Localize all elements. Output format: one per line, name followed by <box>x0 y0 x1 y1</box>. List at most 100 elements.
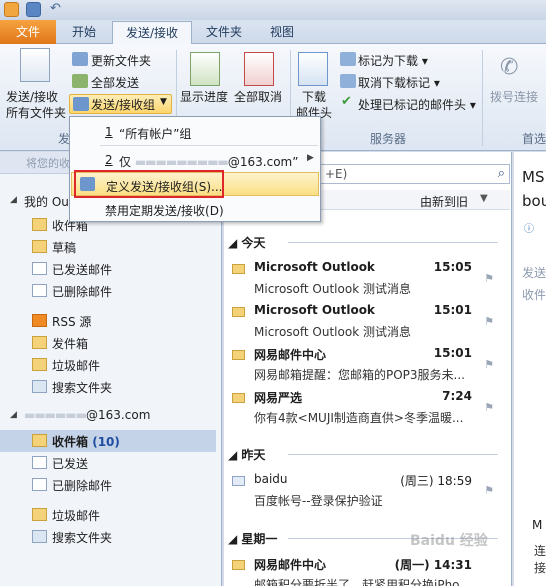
envelope-icon <box>232 264 245 274</box>
search-folder-icon <box>32 530 47 543</box>
chevron-down-icon[interactable]: ▼ <box>480 193 488 204</box>
nav-folder[interactable]: RSS 源 <box>0 310 220 332</box>
nav-folder[interactable]: 搜索文件夹 <box>0 526 220 548</box>
undo-icon[interactable]: ↶ <box>50 2 65 17</box>
nav-folder[interactable]: 已发送 <box>0 452 220 474</box>
unread-count: (10) <box>92 435 120 449</box>
send-receive-groups-icon <box>73 97 89 111</box>
sent-icon <box>32 262 47 275</box>
send-field-label: 发送 <box>522 266 546 280</box>
send-receive-all-icon[interactable] <box>20 48 50 82</box>
title-bar: ↶ <box>0 0 546 20</box>
menu-item-all-accounts[interactable]: 1 “所有帐户”组 <box>71 120 319 144</box>
list-item[interactable]: baidu (周三) 18:59 百度帐号--登录保护验证 ⚑ <box>224 470 510 512</box>
send-all-icon[interactable] <box>72 74 88 88</box>
info-icon: ⓘ <box>524 224 534 235</box>
reading-title-line2: bou <box>522 192 546 210</box>
nav-folder[interactable]: 垃圾邮件 <box>0 504 220 526</box>
menu-item-number: 2 <box>105 153 113 167</box>
envelope-open-icon <box>232 476 245 486</box>
list-item[interactable]: 网易严选 7:24 你有4款<MUJI制造商直供>冬季温暖... ⚑ <box>224 387 510 429</box>
send-receive-all-label-2[interactable]: 所有文件夹 <box>6 104 66 121</box>
flag-icon[interactable]: ⚑ <box>484 401 494 414</box>
tab-home[interactable]: 开始 <box>60 21 108 44</box>
send-receive-groups-label[interactable]: 发送/接收组 <box>91 96 155 113</box>
tab-folder[interactable]: 文件夹 <box>196 21 252 44</box>
search-icon[interactable]: ⌕ <box>498 166 505 181</box>
send-receive-all-label-1[interactable]: 发送/接收 <box>6 88 58 105</box>
list-item[interactable]: 网易邮件中心 (周一) 14:31 邮箱积分要折半了，赶紧用积分换iPho <box>224 554 510 586</box>
nav-folder-inbox-selected[interactable]: 收件箱 (10) <box>0 430 216 452</box>
group-divider <box>482 50 483 146</box>
group-header-monday[interactable]: ◢ 星期一 <box>228 530 277 547</box>
connect-label: 连接 <box>534 544 546 575</box>
group-header-yesterday[interactable]: ◢ 昨天 <box>228 446 265 463</box>
envelope-icon <box>232 350 245 360</box>
inbox-icon <box>32 218 47 231</box>
unmark-download-icon[interactable] <box>340 74 356 88</box>
update-folder-button[interactable]: 更新文件夹 <box>91 52 151 69</box>
menu-item-label: 仅 ▬▬▬▬▬▬▬▬▬@163.com” <box>119 155 299 169</box>
list-item[interactable]: Microsoft Outlook 15:01 Microsoft Outloo… <box>224 301 510 343</box>
group-divider <box>288 242 498 243</box>
outbox-icon <box>32 336 47 349</box>
group-divider <box>288 454 498 455</box>
account-label: 我的 Ou <box>24 195 69 209</box>
envelope-icon <box>232 307 245 317</box>
collapse-icon[interactable]: ◢ <box>10 410 17 420</box>
process-marked-button[interactable]: 处理已标记的邮件头 ▾ <box>358 96 476 113</box>
cancel-all-icon[interactable] <box>244 52 274 86</box>
mark-download-icon[interactable] <box>340 52 356 66</box>
chevron-down-icon[interactable]: ▼ <box>160 97 167 107</box>
download-headers-label-1[interactable]: 下载 <box>302 88 326 105</box>
cancel-all-button[interactable]: 全部取消 <box>234 88 282 105</box>
group-label-pref: 首选 <box>522 132 546 146</box>
mark-download-button[interactable]: 标记为下载 ▾ <box>358 52 428 69</box>
send-receive-quick-icon[interactable] <box>26 2 41 17</box>
nav-folder[interactable]: 垃圾邮件 <box>0 354 220 376</box>
tab-file[interactable]: 文件 <box>0 20 56 44</box>
list-item[interactable]: 网易邮件中心 15:01 网易邮箱提醒：您邮箱的POP3服务未... ⚑ <box>224 344 510 386</box>
envelope-icon <box>232 560 245 570</box>
tab-send-receive[interactable]: 发送/接收 <box>112 21 192 45</box>
reading-title-line1: MS <box>522 168 545 186</box>
phone-icon[interactable]: ✆ <box>500 54 524 82</box>
menu-item-only-account[interactable]: 2 仅 ▬▬▬▬▬▬▬▬▬@163.com” ▶ <box>71 148 319 172</box>
list-item[interactable]: Microsoft Outlook 15:05 Microsoft Outloo… <box>224 258 510 300</box>
flag-icon[interactable]: ⚑ <box>484 358 494 371</box>
tab-view[interactable]: 视图 <box>256 21 308 44</box>
nav-folder[interactable]: 已发送邮件 <box>0 258 220 280</box>
junk-icon <box>32 358 47 371</box>
show-progress-button[interactable]: 显示进度 <box>180 88 228 105</box>
send-receive-groups-menu: 1 “所有帐户”组 2 仅 ▬▬▬▬▬▬▬▬▬@163.com” ▶ 定义发送/… <box>69 116 321 222</box>
menu-item-disable-scheduled[interactable]: 禁用定期发送/接收(D) <box>71 197 319 221</box>
search-input[interactable]: +E) ⌕ <box>320 164 510 184</box>
search-folder-icon <box>32 380 47 393</box>
flag-icon[interactable]: ⚑ <box>484 272 494 285</box>
send-all-button[interactable]: 全部发送 <box>91 74 139 91</box>
account-label: ▬▬▬▬▬▬@163.com <box>24 408 151 422</box>
reading-pane: MS bou ⓘ 发送 收件 M 连接 <box>514 152 546 586</box>
update-folder-icon[interactable] <box>72 52 88 66</box>
menu-item-number: 1 <box>105 125 113 139</box>
drafts-icon <box>32 240 47 253</box>
nav-folder[interactable]: 搜索文件夹 <box>0 376 220 398</box>
show-progress-icon[interactable] <box>190 52 220 86</box>
group-header-today[interactable]: ◢ 今天 <box>228 234 265 251</box>
sort-order-label[interactable]: 由新到旧 <box>420 193 468 210</box>
ribbon-tabs: 文件 开始 发送/接收 文件夹 视图 <box>0 20 546 45</box>
account-node[interactable]: ◢ ▬▬▬▬▬▬@163.com <box>0 405 220 427</box>
junk-icon <box>32 508 47 521</box>
nav-folder[interactable]: 发件箱 <box>0 332 220 354</box>
download-headers-icon[interactable] <box>298 52 328 86</box>
search-hint: +E) <box>325 167 348 181</box>
dial-up-button[interactable]: 拨号连接 <box>490 88 538 105</box>
nav-folder[interactable]: 已删除邮件 <box>0 280 220 302</box>
nav-folder[interactable]: 已删除邮件 <box>0 474 220 496</box>
chevron-right-icon: ▶ <box>307 153 314 163</box>
nav-folder[interactable]: 草稿 <box>0 236 220 258</box>
unmark-download-button[interactable]: 取消下载标记 ▾ <box>358 74 440 91</box>
flag-icon[interactable]: ⚑ <box>484 315 494 328</box>
collapse-icon[interactable]: ◢ <box>10 195 17 205</box>
flag-icon[interactable]: ⚑ <box>484 484 494 497</box>
